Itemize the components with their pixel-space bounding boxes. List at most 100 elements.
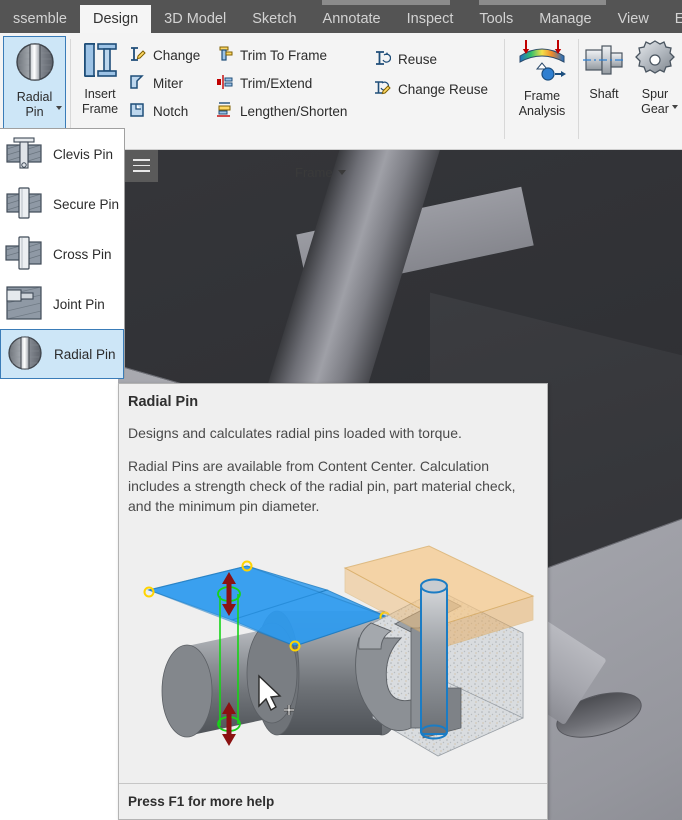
miter-button[interactable]: Miter (128, 71, 183, 95)
reuse-button[interactable]: Reuse (373, 47, 437, 71)
change-label: Change (153, 47, 201, 63)
tab-label: Manage (539, 11, 592, 27)
insert-frame-icon (79, 38, 121, 85)
pin-gallery-dropdown[interactable]: Clevis Pin Secure Pin Cross Pin Joint Pi… (0, 128, 125, 379)
secure-pin-icon (4, 183, 44, 226)
change-icon (128, 45, 146, 66)
radial-pin-button[interactable]: Radial Pin (3, 36, 66, 131)
frame-analysis-label-line1: Frame (523, 89, 561, 103)
trim-to-frame-icon (215, 45, 233, 66)
ribbon-tabs: ssemble Design 3D Model Sketch Annotate … (0, 5, 682, 33)
radial-pin-icon (12, 39, 58, 88)
dropdown-item-label: Cross Pin (53, 246, 112, 262)
frame-panel-label[interactable]: Frame (295, 165, 346, 180)
change-reuse-button[interactable]: Change Reuse (373, 77, 488, 101)
dropdown-item-secure-pin[interactable]: Secure Pin (0, 179, 124, 229)
spur-gear-dropdown-caret[interactable] (672, 105, 678, 109)
miter-label: Miter (153, 75, 183, 91)
clevis-pin-icon (4, 133, 44, 176)
spur-gear-button[interactable]: Spur Gear (631, 36, 679, 131)
ribbon-tab-bar: ssemble Design 3D Model Sketch Annotate … (0, 0, 682, 33)
insert-frame-label-line1: Insert (84, 87, 116, 101)
radial-pin-illustration-svg (143, 545, 535, 757)
trim-to-frame-label: Trim To Frame (240, 47, 328, 63)
dropdown-item-radial-pin[interactable]: Radial Pin (0, 329, 124, 379)
tooltip-title: Radial Pin (128, 394, 199, 410)
notch-icon (128, 101, 146, 122)
panel-divider (504, 39, 505, 139)
panel-divider (578, 39, 579, 139)
application-window: ssemble Design 3D Model Sketch Annotate … (0, 0, 682, 820)
tab-view[interactable]: View (605, 5, 662, 33)
frame-analysis-label-line2: Analysis (518, 104, 566, 118)
insert-frame-button[interactable]: Insert Frame (73, 36, 127, 131)
spur-gear-label-line1: Spur (641, 87, 669, 101)
dropdown-item-cross-pin[interactable]: Cross Pin (0, 229, 124, 279)
tab-label: Sketch (252, 11, 297, 27)
viewport-nav-strip[interactable] (125, 150, 158, 182)
dropdown-item-clevis-pin[interactable]: Clevis Pin (0, 129, 124, 179)
radial-pin-dropdown-caret[interactable] (56, 106, 62, 110)
spur-gear-icon (633, 38, 677, 85)
trim-extend-label: Trim/Extend (240, 75, 313, 91)
tooltip-illustration (127, 528, 539, 783)
tab-inspect[interactable]: Inspect (394, 5, 467, 33)
tooltip-footer-wrap: Press F1 for more help (119, 783, 547, 819)
dropdown-backdrop (0, 378, 118, 820)
tab-sketch[interactable]: Sketch (239, 5, 309, 33)
change-button[interactable]: Change (128, 43, 200, 67)
tab-label: View (617, 11, 649, 27)
lengthen-shorten-label: Lengthen/Shorten (240, 103, 348, 119)
spur-gear-label-line2: Gear (641, 102, 669, 116)
panel-divider (70, 39, 71, 139)
tab-label: ssemble (13, 11, 67, 27)
frame-analysis-icon (514, 38, 570, 87)
notch-label: Notch (153, 103, 189, 119)
tab-label: Tools (479, 11, 514, 27)
frame-analysis-button[interactable]: Frame Analysis (509, 36, 575, 131)
chevron-down-icon[interactable] (337, 170, 346, 175)
miter-icon (128, 73, 146, 94)
tab-environments[interactable]: Environ (662, 5, 682, 33)
tooltip-panel: Radial Pin Designs and calculates radial… (118, 383, 548, 820)
trim-extend-icon (215, 73, 233, 94)
tab-label: Annotate (322, 11, 381, 27)
tab-label: Design (93, 11, 139, 27)
reuse-icon (373, 49, 392, 70)
shaft-icon (582, 38, 626, 85)
tab-label: Inspect (406, 11, 454, 27)
tab-3d-model[interactable]: 3D Model (151, 5, 239, 33)
shaft-label: Shaft (589, 87, 619, 101)
tab-tools[interactable]: Tools (466, 5, 526, 33)
joint-pin-icon (4, 283, 44, 326)
change-reuse-icon (373, 79, 391, 100)
reuse-label: Reuse (398, 51, 438, 67)
dropdown-item-label: Secure Pin (53, 196, 120, 212)
radial-pin-label-line1: Radial (16, 90, 53, 104)
tooltip-paragraph-1: Designs and calculates radial pins loade… (128, 425, 462, 441)
tooltip-paragraph-2: Radial Pins are available from Content C… (128, 458, 516, 514)
change-reuse-label: Change Reuse (398, 81, 489, 97)
frame-panel-label-text: Frame (295, 165, 333, 180)
trim-extend-button[interactable]: Trim/Extend (215, 71, 312, 95)
insert-frame-label-line2: Frame (81, 102, 119, 116)
shaft-button[interactable]: Shaft (581, 36, 627, 131)
tooltip-footer-help: Press F1 for more help (119, 783, 547, 819)
lengthen-shorten-button[interactable]: Lengthen/Shorten (215, 99, 347, 123)
tab-design[interactable]: Design (80, 5, 152, 33)
dropdown-item-label: Clevis Pin (53, 146, 114, 162)
tab-annotate[interactable]: Annotate (310, 5, 394, 33)
radial-pin-label-line2: Pin (25, 105, 44, 119)
dropdown-item-label: Radial Pin (54, 346, 116, 362)
dropdown-item-label: Joint Pin (53, 296, 105, 312)
lengthen-shorten-icon (215, 101, 233, 122)
tab-label: Environ (674, 11, 682, 27)
radial-pin-icon (5, 333, 45, 376)
tab-assemble[interactable]: ssemble (0, 5, 80, 33)
tab-manage[interactable]: Manage (526, 5, 604, 33)
trim-to-frame-button[interactable]: Trim To Frame (215, 43, 327, 67)
tab-label: 3D Model (164, 11, 227, 27)
notch-button[interactable]: Notch (128, 99, 188, 123)
hamburger-menu-icon[interactable] (133, 159, 150, 172)
dropdown-item-joint-pin[interactable]: Joint Pin (0, 279, 124, 329)
